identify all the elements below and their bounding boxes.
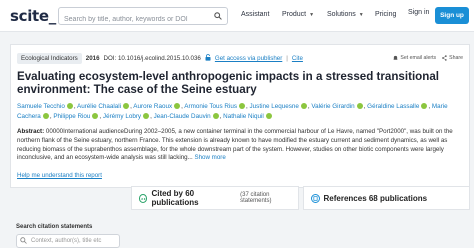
reference-icon xyxy=(310,193,320,203)
doi-text[interactable]: DOI: 10.1016/j.ecolind.2015.10.036 xyxy=(104,55,201,62)
abstract-label: Abstract: xyxy=(17,128,45,135)
nav-assistant[interactable]: Assistant xyxy=(241,11,269,18)
citation-statements-count: (37 citation statements) xyxy=(240,192,272,204)
article-meta-row: Ecological Indicators 2016 DOI: 10.1016/… xyxy=(17,53,303,64)
nav-pricing[interactable]: Pricing xyxy=(375,11,396,18)
search-icon xyxy=(20,237,27,246)
orcid-icon[interactable] xyxy=(356,102,363,109)
author-link[interactable]: Jean-Claude Dauvin xyxy=(154,113,211,120)
citation-search-input[interactable]: Context, author(s), title etc xyxy=(16,234,120,248)
help-understand-report-link[interactable]: Help me understand this report xyxy=(17,172,102,179)
author-link[interactable]: Philippe Riou xyxy=(53,113,90,120)
quote-icon xyxy=(139,193,148,203)
article-title: Evaluating ecosystem-level anthropogenic… xyxy=(17,70,440,96)
author-link[interactable]: Jérémy Lobry xyxy=(103,113,141,120)
chevron-down-icon: ▼ xyxy=(358,11,364,18)
citation-search-placeholder: Context, author(s), title etc xyxy=(31,238,102,244)
scite-logo[interactable]: scite_ xyxy=(10,7,56,25)
abstract-text: 00000International audienceDuring 2002–2… xyxy=(17,128,453,162)
share-button[interactable]: Share xyxy=(442,55,463,61)
search-icon[interactable] xyxy=(210,9,225,23)
share-icon xyxy=(442,55,447,61)
orcid-icon[interactable] xyxy=(42,112,49,119)
nav-product[interactable]: Product ▼ xyxy=(282,11,314,18)
citation-tabs: Cited by 60 publications (37 citation st… xyxy=(131,186,470,210)
get-access-link[interactable]: Get access via publisher xyxy=(215,55,282,62)
author-link[interactable]: Samuele Tecchio xyxy=(17,103,65,110)
cite-link[interactable]: Cite xyxy=(292,55,303,62)
author-link[interactable]: Nathalie Niquil xyxy=(223,113,264,120)
orcid-icon[interactable] xyxy=(143,112,150,119)
set-email-alerts-button[interactable]: Set email alerts xyxy=(393,55,436,61)
orcid-icon[interactable] xyxy=(66,102,73,109)
search-input[interactable] xyxy=(64,11,204,28)
orcid-icon[interactable] xyxy=(421,102,428,109)
sign-up-button[interactable]: Sign up xyxy=(435,7,469,24)
cited-by-label: Cited by 60 publications xyxy=(151,189,199,207)
publication-year: 2016 xyxy=(85,55,100,62)
abstract: Abstract: 00000International audienceDur… xyxy=(17,128,465,163)
sign-in-link[interactable]: Sign in xyxy=(408,9,429,16)
chevron-down-icon: ▼ xyxy=(309,11,315,18)
author-link[interactable]: Justine Lequesne xyxy=(250,103,299,110)
citation-search-panel: Search citation statements Context, auth… xyxy=(10,198,126,248)
search-box[interactable] xyxy=(58,7,228,28)
top-navigation-bar: scite_ Assistant Product▼ Solutions▼ Pri… xyxy=(0,0,474,32)
show-more-link[interactable]: Show more xyxy=(194,154,225,161)
orcid-icon[interactable] xyxy=(92,112,99,119)
author-link[interactable]: Aurélie Chaalali xyxy=(77,103,121,110)
bell-icon xyxy=(393,55,399,60)
nav-solutions[interactable]: Solutions ▼ xyxy=(327,11,364,18)
citation-search-title: Search citation statements xyxy=(16,224,93,230)
orcid-icon[interactable] xyxy=(123,102,130,109)
orcid-icon[interactable] xyxy=(265,112,272,119)
orcid-icon[interactable] xyxy=(212,112,219,119)
references-label: References 68 publications xyxy=(323,193,428,203)
orcid-icon[interactable] xyxy=(239,102,246,109)
article-actions: Set email alerts Share xyxy=(393,55,463,61)
journal-badge[interactable]: Ecological Indicators xyxy=(17,53,82,64)
author-link[interactable]: Aurore Raoux xyxy=(133,103,172,110)
separator: | xyxy=(286,55,288,62)
lock-icon xyxy=(205,54,211,63)
tab-references[interactable]: References 68 publications xyxy=(302,186,470,210)
orcid-icon[interactable] xyxy=(174,102,181,109)
tab-cited-by[interactable]: Cited by 60 publications (37 citation st… xyxy=(131,186,299,210)
author-link[interactable]: Géraldine Lassalle xyxy=(367,103,419,110)
article-card: Ecological Indicators 2016 DOI: 10.1016/… xyxy=(10,44,470,188)
author-list: Samuele Tecchio, Aurélie Chaalali, Auror… xyxy=(17,102,448,120)
author-link[interactable]: Armonie Tous Rius xyxy=(184,103,237,110)
author-link[interactable]: Valérie Girardin xyxy=(311,103,354,110)
orcid-icon[interactable] xyxy=(300,102,307,109)
